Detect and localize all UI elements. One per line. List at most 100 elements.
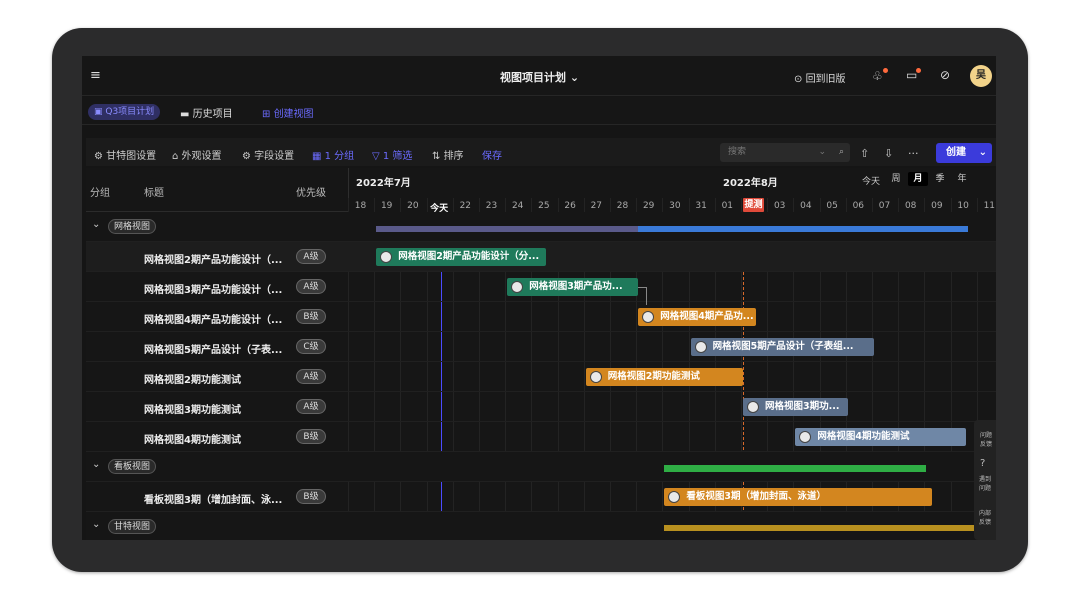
- more-icon[interactable]: ···: [908, 147, 919, 160]
- bell-icon[interactable]: ♧: [872, 69, 883, 83]
- scale-quarter-button[interactable]: 季: [930, 172, 950, 186]
- group-button[interactable]: ▦ 1 分组: [312, 147, 354, 162]
- assignee-avatar: [799, 431, 812, 443]
- task-title[interactable]: 网格视图2期产品功能设计（...: [144, 251, 282, 266]
- search-input[interactable]: 搜索 ⌄ ⌕: [720, 143, 850, 162]
- task-title[interactable]: 网格视图4期功能测试: [144, 431, 241, 446]
- tab-q3-plan[interactable]: ▣ Q3项目计划: [88, 104, 161, 120]
- group-summary-bar: [638, 226, 969, 232]
- assignee-avatar: [380, 251, 393, 263]
- scale-week-button[interactable]: 周: [886, 172, 906, 186]
- col-priority-header[interactable]: 优先级: [296, 184, 326, 199]
- scale-month-button[interactable]: 月: [908, 172, 928, 186]
- search-icon: ⌕: [838, 147, 844, 157]
- day-label: 05: [826, 201, 838, 211]
- internal-feedback-label[interactable]: 内部反馈: [979, 508, 991, 526]
- create-label: 创建: [946, 147, 966, 158]
- view-toolbar: ⚙ 甘特图设置 ⌂ 外观设置 ⚙ 字段设置 ▦ 1 分组 ▽ 1 筛选 ⇅ 排序…: [86, 138, 996, 166]
- compass-icon[interactable]: ⊘: [940, 68, 950, 82]
- today-button[interactable]: 今天: [862, 174, 880, 187]
- day-label: 28: [616, 201, 629, 211]
- task-title[interactable]: 看板视图3期（增加封面、泳...: [144, 491, 282, 506]
- priority-badge[interactable]: A级: [296, 249, 326, 264]
- group-label: 1 分组: [324, 151, 355, 162]
- gantt-task-bar[interactable]: 网格视图5期产品设计（子表组...: [690, 338, 874, 356]
- task-row[interactable]: 网格视图3期功能测试 A级: [86, 392, 996, 422]
- help-label[interactable]: 遇到问题: [979, 474, 991, 492]
- chevron-down-icon[interactable]: ⌄: [92, 459, 100, 470]
- create-view-button[interactable]: ⊞ 创建视图: [262, 105, 314, 120]
- gantt-task-bar[interactable]: 看板视图3期（增加封面、泳道）: [664, 488, 932, 506]
- gantt-task-bar[interactable]: 网格视图4期功能测试: [795, 428, 966, 446]
- gantt-task-bar[interactable]: 网格视图2期产品功能设计（分...: [376, 248, 547, 266]
- priority-badge[interactable]: B级: [296, 429, 326, 444]
- sort-label: 排序: [443, 151, 464, 162]
- day-label: 09: [931, 201, 943, 211]
- gantt-task-bar[interactable]: 网格视图3期产品功...: [507, 278, 639, 296]
- chevron-down-icon: ⌄: [818, 147, 826, 157]
- appearance-button[interactable]: ⌂ 外观设置: [172, 147, 222, 162]
- gear-icon: ⚙: [94, 151, 107, 162]
- gantt-settings-label: 甘特图设置: [106, 151, 157, 162]
- task-row[interactable]: 网格视图2期功能测试 A级: [86, 362, 996, 392]
- day-label: 07: [878, 201, 891, 211]
- gantt-task-bar[interactable]: 网格视图3期功...: [743, 398, 848, 416]
- task-title[interactable]: 网格视图3期产品功能设计（...: [144, 281, 282, 296]
- priority-badge[interactable]: B级: [296, 309, 326, 324]
- download-icon[interactable]: ⇩: [884, 147, 893, 160]
- help-icon[interactable]: ?: [980, 458, 985, 469]
- fields-label: 字段设置: [254, 151, 295, 162]
- share-icon[interactable]: ⇧: [860, 147, 869, 160]
- menu-icon[interactable]: ≡: [90, 68, 101, 83]
- chevron-down-icon[interactable]: ⌄: [92, 519, 100, 530]
- assignee-avatar: [747, 401, 759, 413]
- day-label: 29: [642, 201, 655, 211]
- folder-icon: ▣: [94, 107, 106, 117]
- create-view-label: 创建视图: [273, 109, 314, 120]
- gantt-task-bar[interactable]: 网格视图2期功能测试: [585, 368, 743, 386]
- col-group-header[interactable]: 分组: [90, 184, 110, 199]
- col-title-header[interactable]: 标题: [144, 184, 164, 199]
- priority-badge[interactable]: A级: [296, 369, 326, 384]
- milestone-label[interactable]: 提测: [743, 198, 764, 212]
- help-side-panel: 问题反馈 ? 遇到问题 内部反馈: [974, 420, 996, 540]
- day-label: 26: [564, 201, 576, 211]
- task-title[interactable]: 网格视图2期功能测试: [144, 371, 241, 386]
- sort-button[interactable]: ⇅ 排序: [432, 147, 464, 162]
- page-title[interactable]: 视图项目计划 ⌄: [500, 69, 579, 85]
- tab-history[interactable]: ▬ 历史项目: [180, 105, 233, 120]
- dependency-connector: [646, 287, 648, 305]
- task-title[interactable]: 网格视图4期产品功能设计（...: [144, 311, 282, 326]
- fields-button[interactable]: ⚙ 字段设置: [242, 147, 294, 162]
- plus-square-icon: ⊞: [262, 109, 274, 120]
- dependency-connector: [638, 287, 647, 288]
- scale-year-button[interactable]: 年: [952, 172, 972, 186]
- priority-badge[interactable]: B级: [296, 489, 326, 504]
- create-button[interactable]: 创建 ⌄: [936, 143, 992, 163]
- filter-button[interactable]: ▽ 1 筛选: [372, 147, 412, 162]
- sort-icon: ⇅: [432, 151, 444, 162]
- feedback-label[interactable]: 问题反馈: [980, 430, 992, 448]
- priority-badge[interactable]: C级: [296, 339, 326, 354]
- back-to-old-button[interactable]: ⊙ 回到旧版: [794, 70, 846, 85]
- day-label: 08: [904, 201, 917, 211]
- day-label: 24: [511, 201, 524, 211]
- assignee-avatar: [642, 311, 655, 323]
- task-row[interactable]: 网格视图4期产品功能设计（... B级: [86, 302, 996, 332]
- day-label: 30: [669, 201, 681, 211]
- priority-badge[interactable]: A级: [296, 399, 326, 414]
- assignee-avatar: [511, 281, 524, 293]
- palette-icon: ⌂: [172, 151, 182, 162]
- gantt-settings-button[interactable]: ⚙ 甘特图设置: [94, 147, 156, 162]
- task-title[interactable]: 网格视图3期功能测试: [144, 401, 241, 416]
- folder-icon: ▬: [180, 109, 193, 120]
- gantt-task-bar[interactable]: 网格视图4期产品功...: [638, 308, 757, 326]
- assignee-avatar: [589, 371, 602, 383]
- priority-badge[interactable]: A级: [296, 279, 326, 294]
- chevron-down-icon[interactable]: ⌄: [92, 219, 100, 230]
- month-label: 2022年7月: [356, 178, 411, 189]
- save-button[interactable]: 保存: [482, 147, 502, 162]
- gear-icon: ⚙: [242, 151, 255, 162]
- avatar[interactable]: 吴: [970, 65, 992, 87]
- task-title[interactable]: 网格视图5期产品设计（子表...: [144, 341, 282, 356]
